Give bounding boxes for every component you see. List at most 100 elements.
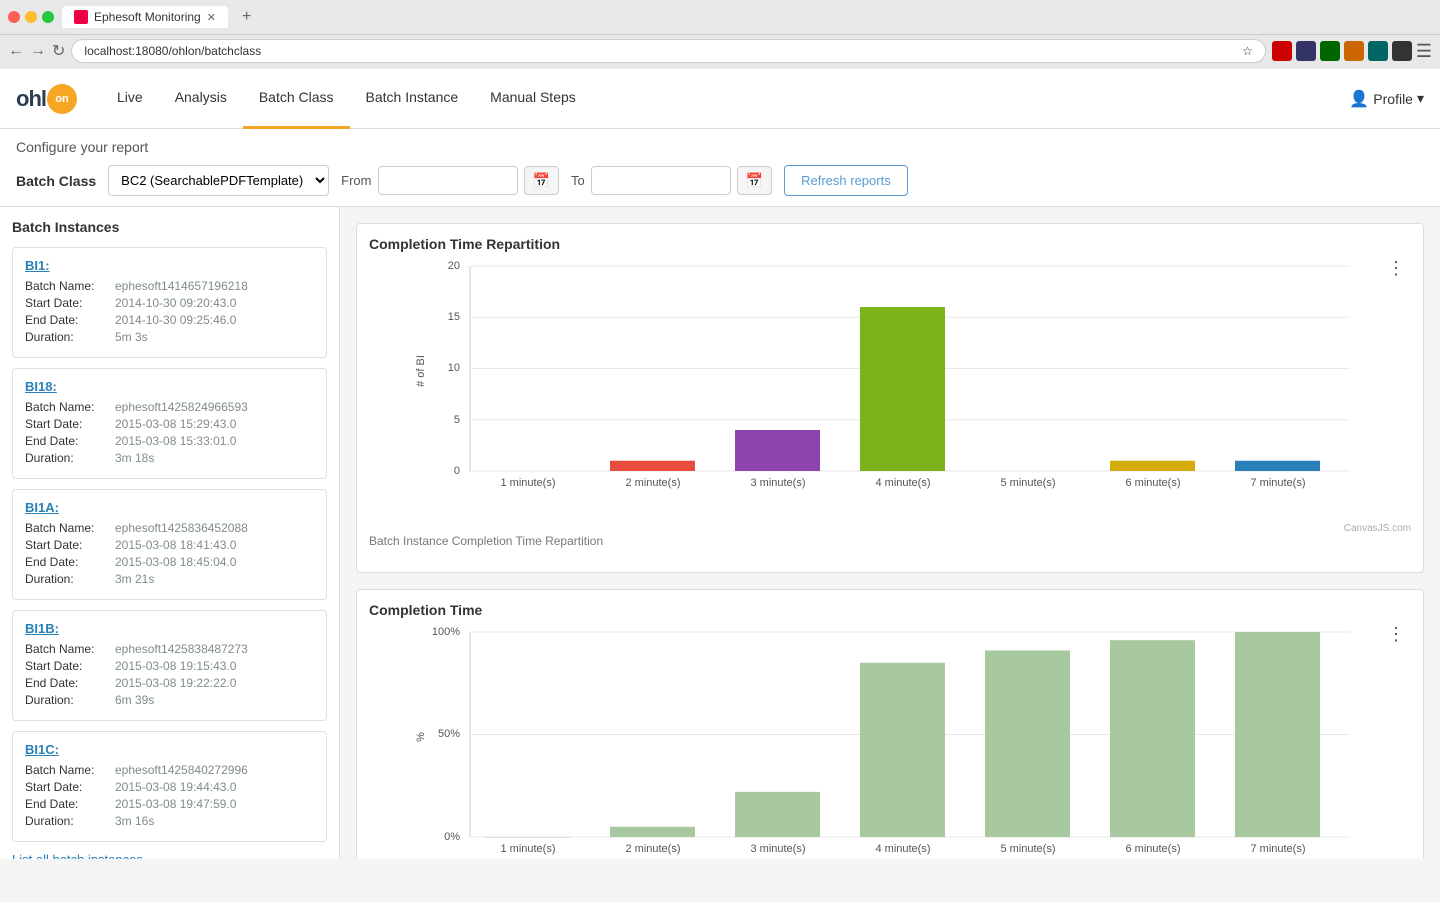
svg-text:7 minute(s): 7 minute(s) bbox=[1250, 843, 1305, 855]
new-tab-button[interactable]: + bbox=[236, 6, 257, 28]
svg-text:5 minute(s): 5 minute(s) bbox=[1000, 477, 1055, 489]
address-bar[interactable]: localhost:18080/ohlon/batchclass ☆ bbox=[71, 39, 1265, 63]
bar2-3-minute bbox=[735, 792, 820, 837]
profile-label: Profile bbox=[1373, 91, 1413, 107]
to-date-input[interactable] bbox=[591, 166, 731, 195]
config-bar: Configure your report Batch Class BC2 (S… bbox=[0, 129, 1440, 207]
chart1-title: Completion Time Repartition bbox=[369, 236, 1411, 252]
svg-text:50%: 50% bbox=[438, 728, 460, 740]
chart2-section: Completion Time ⋮ 0% 50% 100% % bbox=[356, 589, 1424, 859]
bi1c-duration-row: Duration: 3m 16s bbox=[25, 814, 314, 828]
chart1-menu-button[interactable]: ⋮ bbox=[1381, 256, 1411, 281]
batch-class-label: Batch Class bbox=[16, 173, 96, 189]
bar2-1-minute bbox=[485, 837, 570, 838]
nav-item-live[interactable]: Live bbox=[101, 69, 159, 129]
forward-button[interactable]: → bbox=[30, 42, 46, 60]
batch-card-bi18: BI18: Batch Name: ephesoft1425824966593 … bbox=[12, 368, 327, 479]
back-button[interactable]: ← bbox=[8, 42, 24, 60]
main-content: Batch Instances BI1: Batch Name: ephesof… bbox=[0, 207, 1440, 859]
svg-text:2 minute(s): 2 minute(s) bbox=[625, 843, 680, 855]
profile-dropdown-icon: ▾ bbox=[1417, 90, 1424, 107]
chart1-svg: 0 5 10 15 20 # of BI bbox=[369, 256, 1411, 516]
refresh-browser-button[interactable]: ↻ bbox=[52, 41, 65, 61]
svg-text:0: 0 bbox=[454, 465, 460, 477]
main-nav: Live Analysis Batch Class Batch Instance… bbox=[101, 69, 1349, 129]
close-dot[interactable] bbox=[8, 11, 20, 23]
browser-menu-icon[interactable]: ☰ bbox=[1416, 41, 1432, 62]
svg-text:3 minute(s): 3 minute(s) bbox=[750, 843, 805, 855]
browser-dots bbox=[8, 11, 54, 23]
ext-icon-2[interactable] bbox=[1296, 41, 1316, 61]
minimize-dot[interactable] bbox=[25, 11, 37, 23]
svg-text:6 minute(s): 6 minute(s) bbox=[1125, 843, 1180, 855]
svg-text:1 minute(s): 1 minute(s) bbox=[500, 477, 555, 489]
nav-item-manual-steps[interactable]: Manual Steps bbox=[474, 69, 592, 129]
svg-text:1 minute(s): 1 minute(s) bbox=[500, 843, 555, 855]
ext-icon-1[interactable] bbox=[1272, 41, 1292, 61]
nav-item-analysis[interactable]: Analysis bbox=[159, 69, 243, 129]
browser-chrome: Ephesoft Monitoring ✕ + bbox=[0, 0, 1440, 35]
ext-icon-5[interactable] bbox=[1368, 41, 1388, 61]
svg-text:3 minute(s): 3 minute(s) bbox=[750, 477, 805, 489]
bi1-end-date-row: End Date: 2014-10-30 09:25:46.0 bbox=[25, 313, 314, 327]
bi1-title[interactable]: BI1: bbox=[25, 258, 314, 273]
svg-text:10: 10 bbox=[448, 362, 460, 374]
bi1-end-date-val: 2014-10-30 09:25:46.0 bbox=[115, 313, 236, 327]
bookmark-icon: ☆ bbox=[1242, 44, 1253, 58]
bi1-start-date-label: Start Date: bbox=[25, 296, 115, 310]
browser-tab[interactable]: Ephesoft Monitoring ✕ bbox=[62, 6, 228, 28]
svg-text:0%: 0% bbox=[444, 831, 460, 843]
bar2-6-minute bbox=[1110, 640, 1195, 837]
batch-class-select[interactable]: BC2 (SearchablePDFTemplate) bbox=[108, 165, 329, 196]
bi1b-title[interactable]: BI1B: bbox=[25, 621, 314, 636]
svg-text:20: 20 bbox=[448, 260, 460, 272]
bi18-duration-row: Duration: 3m 18s bbox=[25, 451, 314, 465]
bi1a-title[interactable]: BI1A: bbox=[25, 500, 314, 515]
svg-text:5: 5 bbox=[454, 414, 460, 426]
browser-extensions: ☰ bbox=[1272, 41, 1432, 62]
tab-close-button[interactable]: ✕ bbox=[207, 11, 216, 24]
to-calendar-button[interactable]: 📅 bbox=[737, 166, 772, 195]
bi1-duration-row: Duration: 5m 3s bbox=[25, 330, 314, 344]
chart2-title: Completion Time bbox=[369, 602, 1411, 618]
bar2-5-minute bbox=[985, 650, 1070, 837]
bi1c-end-date-row: End Date: 2015-03-08 19:47:59.0 bbox=[25, 797, 314, 811]
from-calendar-button[interactable]: 📅 bbox=[524, 166, 559, 195]
bi1-start-date-row: Start Date: 2014-10-30 09:20:43.0 bbox=[25, 296, 314, 310]
ext-icon-4[interactable] bbox=[1344, 41, 1364, 61]
ext-icon-3[interactable] bbox=[1320, 41, 1340, 61]
bi1a-start-date-row: Start Date: 2015-03-08 18:41:43.0 bbox=[25, 538, 314, 552]
nav-item-batch-class[interactable]: Batch Class bbox=[243, 69, 350, 129]
bi18-start-date-row: Start Date: 2015-03-08 15:29:43.0 bbox=[25, 417, 314, 431]
bi1-duration-val: 5m 3s bbox=[115, 330, 148, 344]
profile-icon: 👤 bbox=[1349, 89, 1369, 109]
chart1-credit: CanvasJS.com bbox=[369, 523, 1411, 534]
nav-item-batch-instance[interactable]: Batch Instance bbox=[350, 69, 475, 129]
bi18-batch-name-row: Batch Name: ephesoft1425824966593 bbox=[25, 400, 314, 414]
bi1-batch-name-val: ephesoft1414657196218 bbox=[115, 279, 248, 293]
tab-title: Ephesoft Monitoring bbox=[94, 10, 201, 24]
refresh-reports-button[interactable]: Refresh reports bbox=[784, 165, 908, 196]
from-label: From bbox=[341, 173, 371, 188]
chart2-menu-button[interactable]: ⋮ bbox=[1381, 622, 1411, 647]
chart1-section: Completion Time Repartition ⋮ 0 5 10 bbox=[356, 223, 1424, 573]
bi1-start-date-val: 2014-10-30 09:20:43.0 bbox=[115, 296, 236, 310]
bi1b-batch-name-row: Batch Name: ephesoft1425838487273 bbox=[25, 642, 314, 656]
bi1c-start-date-row: Start Date: 2015-03-08 19:44:43.0 bbox=[25, 780, 314, 794]
from-date-input[interactable] bbox=[378, 166, 518, 195]
profile-area[interactable]: 👤 Profile ▾ bbox=[1349, 89, 1424, 109]
chart1-subtitle: Batch Instance Completion Time Repartiti… bbox=[369, 534, 1411, 548]
bi1-duration-label: Duration: bbox=[25, 330, 115, 344]
maximize-dot[interactable] bbox=[42, 11, 54, 23]
batch-card-bi1b: BI1B: Batch Name: ephesoft1425838487273 … bbox=[12, 610, 327, 721]
bi1b-end-date-row: End Date: 2015-03-08 19:22:22.0 bbox=[25, 676, 314, 690]
svg-text:4 minute(s): 4 minute(s) bbox=[875, 843, 930, 855]
list-all-link[interactable]: List all batch instances bbox=[12, 852, 327, 859]
batch-card-bi1c: BI1C: Batch Name: ephesoft1425840272996 … bbox=[12, 731, 327, 842]
bi1c-title[interactable]: BI1C: bbox=[25, 742, 314, 757]
bi1c-batch-name-row: Batch Name: ephesoft1425840272996 bbox=[25, 763, 314, 777]
ext-icon-6[interactable] bbox=[1392, 41, 1412, 61]
bar2-2-minute bbox=[610, 827, 695, 837]
bi18-title[interactable]: BI18: bbox=[25, 379, 314, 394]
to-label: To bbox=[571, 173, 585, 188]
